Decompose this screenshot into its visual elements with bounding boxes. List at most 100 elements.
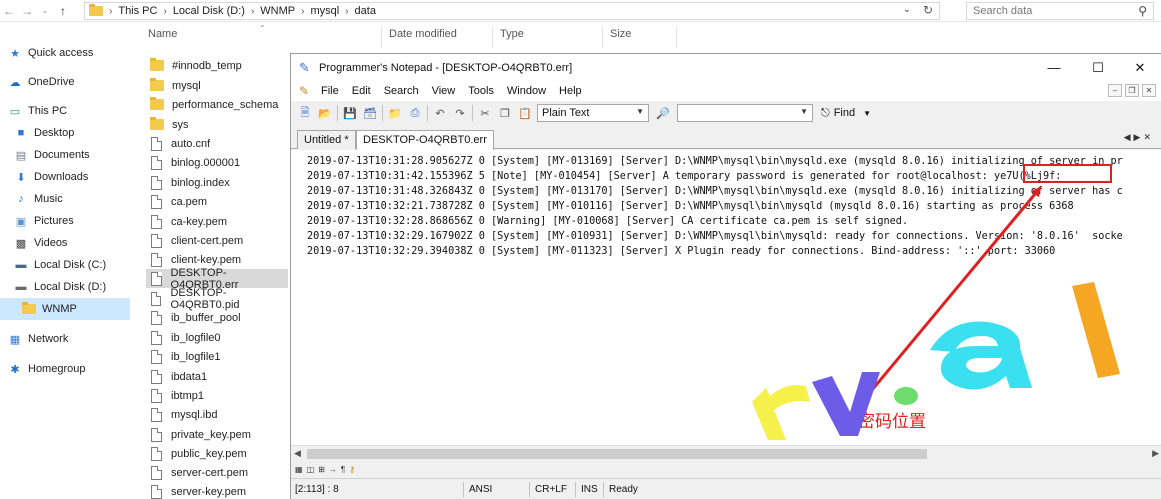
column-header-name[interactable]: Name	[148, 28, 177, 40]
key-icon[interactable]: ⚷	[349, 465, 355, 474]
nav-item-downloads[interactable]: ⬇ Downloads	[0, 166, 130, 188]
find-button[interactable]: ⎋ Find ▼	[821, 107, 871, 120]
horizontal-scrollbar[interactable]: ◀ ▶	[291, 445, 1161, 462]
mdi-minimize-button[interactable]: –	[1108, 84, 1122, 97]
text-editor[interactable]: 2019-07-13T10:31:28.905627Z 0 [System] […	[291, 150, 1161, 445]
tab-desktop-err[interactable]: DESKTOP-O4QRBT0.err	[356, 130, 494, 150]
tab-scroll-arrows-icon[interactable]: ◀▶✕	[1124, 132, 1154, 143]
nav-item-local-disk-c[interactable]: ▬ Local Disk (C:)	[0, 254, 130, 276]
file-row[interactable]: ibdata1	[146, 367, 288, 386]
file-row[interactable]: DESKTOP-O4QRBT0.pid	[146, 287, 288, 311]
open-project-icon[interactable]: 📁	[385, 103, 405, 123]
print-icon[interactable]: ⎙	[405, 103, 425, 123]
window-titlebar[interactable]: ✎ Programmer's Notepad - [DESKTOP-O4QRBT…	[291, 54, 1161, 81]
file-row[interactable]: binlog.index	[146, 173, 288, 192]
file-row-selected[interactable]: DESKTOP-O4QRBT0.err	[146, 267, 288, 291]
file-row[interactable]: ca.pem	[146, 192, 288, 211]
chevron-down-icon[interactable]: ⌄	[903, 4, 911, 15]
menu-file[interactable]: File	[321, 85, 339, 97]
tab-untitled[interactable]: Untitled *	[297, 130, 356, 149]
file-row[interactable]: client-cert.pem	[146, 231, 288, 250]
redo-icon[interactable]: ↷	[450, 103, 470, 123]
pilcrow-icon[interactable]: ¶	[341, 465, 345, 474]
nav-item-documents[interactable]: ▤ Documents	[0, 144, 130, 166]
copy-icon[interactable]: ❐	[495, 103, 515, 123]
menu-tools[interactable]: Tools	[468, 85, 494, 97]
nav-item-music[interactable]: ♪ Music	[0, 188, 130, 210]
column-header-date-modified[interactable]: Date modified	[389, 28, 457, 40]
forward-arrow-icon[interactable]: →	[18, 0, 36, 22]
nav-item-pictures[interactable]: ▣ Pictures	[0, 210, 130, 232]
back-arrow-icon[interactable]: ←	[0, 0, 18, 22]
file-row[interactable]: ib_buffer_pool	[146, 308, 288, 327]
mdi-restore-button[interactable]: ❐	[1125, 84, 1139, 97]
file-row[interactable]: server-key.pem	[146, 482, 288, 499]
file-row[interactable]: public_key.pem	[146, 444, 288, 463]
output-icon[interactable]: ▦	[295, 465, 303, 474]
breadcrumb-item[interactable]: WNMP	[260, 5, 295, 17]
new-file-icon[interactable]: 🗎	[295, 103, 315, 123]
menu-edit[interactable]: Edit	[352, 85, 371, 97]
paste-icon[interactable]: 📋	[515, 103, 535, 123]
refresh-icon[interactable]: ↻	[923, 3, 933, 17]
column-divider[interactable]	[676, 26, 677, 48]
menu-search[interactable]: Search	[384, 85, 419, 97]
file-row[interactable]: server-cert.pem	[146, 463, 288, 482]
breadcrumb-item[interactable]: mysql	[310, 5, 339, 17]
save-all-icon[interactable]: 🗃	[360, 103, 380, 123]
column-header-size[interactable]: Size	[610, 28, 631, 40]
file-row[interactable]: mysql.ibd	[146, 405, 288, 424]
file-row[interactable]: private_key.pem	[146, 425, 288, 444]
scrollbar-thumb[interactable]	[307, 449, 927, 459]
menu-window[interactable]: Window	[507, 85, 546, 97]
nav-item-quick-access[interactable]: ★ Quick access	[0, 42, 130, 64]
column-divider[interactable]	[602, 26, 603, 48]
breadcrumb[interactable]: › This PC › Local Disk (D:) › WNMP › mys…	[84, 2, 940, 20]
breadcrumb-item[interactable]: This PC	[118, 5, 157, 17]
find-in-files-icon[interactable]: 🔎	[653, 103, 673, 123]
arrow-right-icon[interactable]: →	[329, 465, 337, 474]
open-file-icon[interactable]: 📂	[315, 103, 335, 123]
file-row[interactable]: ib_logfile0	[146, 328, 288, 347]
column-header-type[interactable]: Type	[500, 28, 524, 40]
file-row[interactable]: #innodb_temp	[146, 56, 288, 75]
menu-view[interactable]: View	[432, 85, 456, 97]
nav-item-homegroup[interactable]: ✱ Homegroup	[0, 358, 130, 380]
menu-help[interactable]: Help	[559, 85, 582, 97]
find-results-icon[interactable]: ◫	[307, 465, 315, 474]
find-input[interactable]: ▼	[677, 104, 813, 122]
cut-icon[interactable]: ✂	[475, 103, 495, 123]
breadcrumb-item[interactable]: Local Disk (D:)	[173, 5, 245, 17]
maximize-button[interactable]: ☐	[1076, 54, 1120, 81]
grid-icon[interactable]: ⊞	[318, 465, 325, 474]
search-input[interactable]: Search data ⚲	[966, 2, 1154, 20]
file-row[interactable]: auto.cnf	[146, 134, 288, 153]
scroll-right-icon[interactable]: ▶	[1152, 448, 1159, 459]
mdi-close-button[interactable]: ✕	[1142, 84, 1156, 97]
up-arrow-icon[interactable]: ↑	[54, 0, 72, 22]
scheme-select[interactable]: Plain Text ▼	[537, 104, 649, 122]
nav-item-desktop[interactable]: ■ Desktop	[0, 122, 130, 144]
file-row[interactable]: binlog.000001	[146, 153, 288, 172]
recent-dropdown-icon[interactable]: ⌄	[36, 0, 54, 22]
nav-item-local-disk-d[interactable]: ▬ Local Disk (D:)	[0, 276, 130, 298]
column-divider[interactable]	[492, 26, 493, 48]
file-row[interactable]: ib_logfile1	[146, 347, 288, 366]
file-row[interactable]: ibtmp1	[146, 386, 288, 405]
file-row[interactable]: mysql	[146, 76, 288, 95]
nav-item-network[interactable]: ▦ Network	[0, 328, 130, 350]
close-button[interactable]: ✕	[1118, 54, 1161, 81]
file-row[interactable]: performance_schema	[146, 95, 288, 114]
file-row[interactable]: sys	[146, 115, 288, 134]
save-icon[interactable]: 💾	[340, 103, 360, 123]
undo-icon[interactable]: ↶	[430, 103, 450, 123]
nav-item-onedrive[interactable]: ☁ OneDrive	[0, 71, 130, 93]
minimize-button[interactable]: —	[1032, 54, 1076, 81]
breadcrumb-item[interactable]: data	[355, 5, 376, 17]
scroll-left-icon[interactable]: ◀	[294, 448, 301, 459]
nav-item-videos[interactable]: ▩ Videos	[0, 232, 130, 254]
nav-item-wnmp[interactable]: WNMP	[0, 298, 130, 320]
column-divider[interactable]	[381, 26, 382, 48]
file-row[interactable]: ca-key.pem	[146, 212, 288, 231]
nav-item-this-pc[interactable]: ▭ This PC	[0, 100, 130, 122]
